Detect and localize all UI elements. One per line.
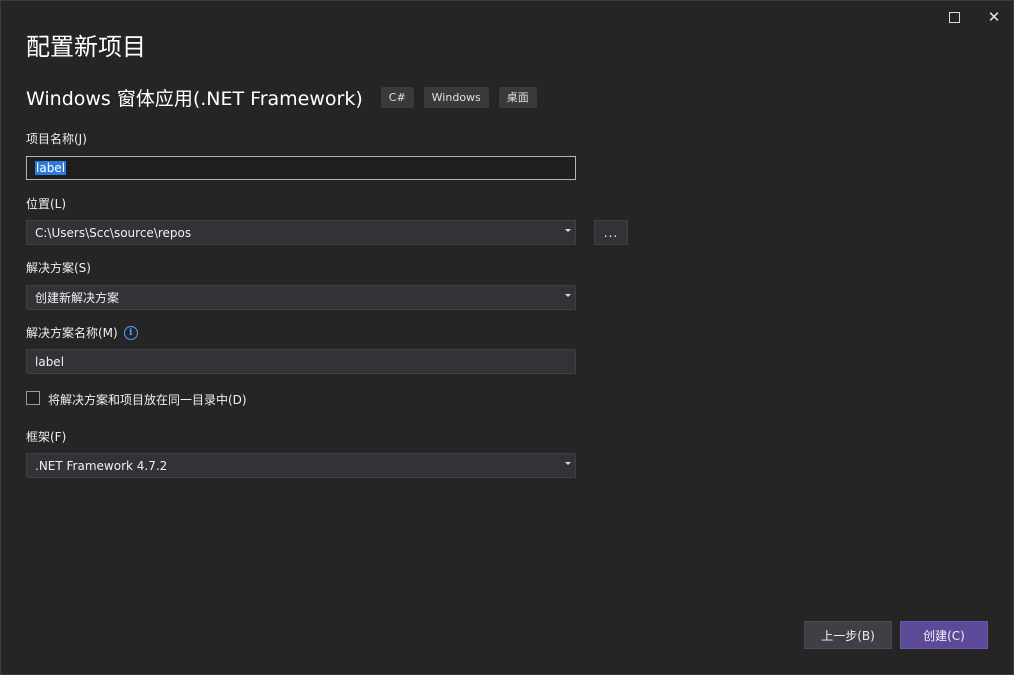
dropdown-arrow-icon[interactable] bbox=[565, 294, 571, 297]
project-name-label: 项目名称(J) bbox=[26, 132, 87, 146]
solution-value: 创建新解决方案 bbox=[35, 291, 120, 305]
solution-name-input[interactable]: label bbox=[26, 349, 576, 374]
solution-dropdown[interactable]: 创建新解决方案 bbox=[26, 285, 576, 310]
configure-project-dialog: ✕ 配置新项目 Windows 窗体应用(.NET Framework) C# … bbox=[0, 0, 1014, 675]
location-combobox[interactable]: C:\Users\Scc\source\repos bbox=[26, 220, 576, 245]
project-name-value: label bbox=[35, 161, 67, 175]
maximize-button[interactable] bbox=[934, 3, 974, 31]
same-directory-option[interactable]: 将解决方案和项目放在同一目录中(D) bbox=[26, 387, 247, 408]
framework-value: .NET Framework 4.7.2 bbox=[35, 458, 168, 473]
solution-name-label-row: 解决方案名称(M) i bbox=[26, 324, 138, 341]
close-button[interactable]: ✕ bbox=[974, 3, 1014, 31]
tag-language: C# bbox=[380, 86, 414, 108]
template-info: Windows 窗体应用(.NET Framework) C# Windows … bbox=[26, 84, 547, 110]
page-title: 配置新项目 bbox=[26, 33, 146, 61]
same-directory-label[interactable]: 将解决方案和项目放在同一目录中(D) bbox=[48, 391, 247, 408]
location-label: 位置(L) bbox=[26, 197, 67, 211]
back-button[interactable]: 上一步(B) bbox=[804, 621, 892, 649]
info-icon[interactable]: i bbox=[123, 325, 138, 340]
project-name-input[interactable]: label bbox=[26, 156, 576, 180]
template-name: Windows 窗体应用(.NET Framework) bbox=[26, 87, 363, 110]
close-icon: ✕ bbox=[987, 7, 1001, 26]
same-directory-checkbox[interactable] bbox=[26, 390, 40, 405]
tag-platform: Windows bbox=[423, 86, 489, 108]
framework-label: 框架(F) bbox=[26, 430, 67, 444]
create-button[interactable]: 创建(C) bbox=[900, 621, 988, 649]
tag-project-type: 桌面 bbox=[498, 86, 537, 108]
solution-name-label: 解决方案名称(M) bbox=[26, 326, 118, 340]
solution-label: 解决方案(S) bbox=[26, 261, 91, 275]
dropdown-arrow-icon[interactable] bbox=[565, 462, 571, 465]
solution-name-value: label bbox=[35, 354, 65, 369]
maximize-icon bbox=[948, 11, 960, 23]
framework-dropdown[interactable]: .NET Framework 4.7.2 bbox=[26, 453, 576, 478]
dropdown-arrow-icon[interactable] bbox=[565, 229, 571, 232]
browse-button[interactable]: ... bbox=[594, 220, 628, 245]
location-value: C:\Users\Scc\source\repos bbox=[35, 225, 192, 240]
